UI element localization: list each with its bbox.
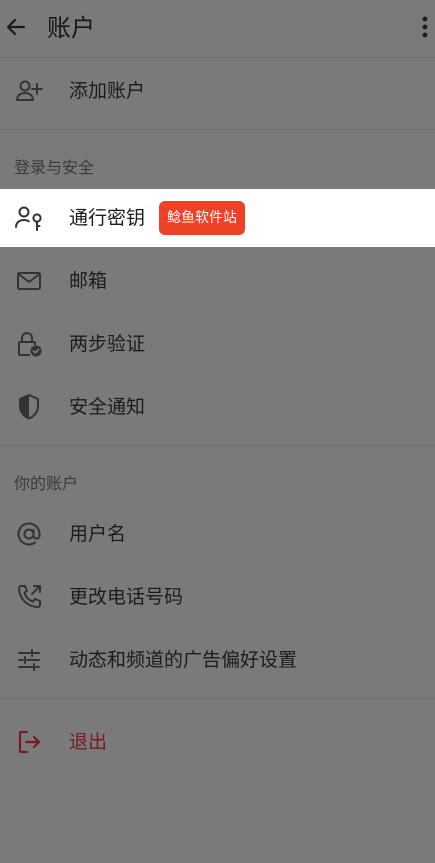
add-account-label: 添加账户 [69, 80, 146, 102]
username-item[interactable]: 用户名 [0, 505, 435, 563]
logout-item[interactable]: 退出 [0, 713, 435, 771]
email-label: 邮箱 [69, 270, 108, 292]
at-icon [14, 519, 44, 549]
app-bar: 账户 [0, 0, 435, 57]
add-account-item[interactable]: 添加账户 [0, 62, 435, 120]
phone-forward-icon [14, 582, 44, 612]
shield-icon [14, 392, 44, 422]
watermark-badge: 鲶鱼软件站 [159, 201, 245, 235]
passkey-label: 通行密钥 [69, 207, 146, 229]
person-add-icon [14, 76, 44, 106]
divider [0, 445, 435, 446]
username-label: 用户名 [69, 523, 127, 545]
email-item[interactable]: 邮箱 [0, 252, 435, 310]
ad-preferences-label: 动态和频道的广告偏好设置 [69, 649, 298, 671]
lock-check-icon [14, 329, 44, 359]
change-phone-item[interactable]: 更改电话号码 [0, 568, 435, 626]
person-key-icon [14, 203, 44, 233]
security-notifications-item[interactable]: 安全通知 [0, 378, 435, 436]
passkey-item[interactable]: 通行密钥 鲶鱼软件站 [0, 189, 435, 247]
divider [0, 129, 435, 130]
back-button[interactable] [2, 9, 30, 45]
divider [0, 57, 435, 58]
mail-icon [14, 266, 44, 296]
change-phone-label: 更改电话号码 [69, 586, 184, 608]
divider [0, 698, 435, 699]
page-title: 账户 [47, 14, 95, 42]
more-options-button[interactable] [417, 10, 433, 44]
two-step-verification-item[interactable]: 两步验证 [0, 315, 435, 373]
more-vertical-icon [422, 16, 428, 38]
logout-label: 退出 [69, 731, 108, 753]
two-step-verification-label: 两步验证 [69, 333, 146, 355]
section-title-login-security: 登录与安全 [14, 158, 95, 177]
logout-icon [14, 727, 44, 757]
security-notifications-label: 安全通知 [69, 396, 146, 418]
sliders-icon [14, 645, 44, 675]
ad-preferences-item[interactable]: 动态和频道的广告偏好设置 [0, 631, 435, 689]
section-title-your-account: 你的账户 [14, 474, 79, 493]
arrow-left-icon [6, 18, 26, 36]
